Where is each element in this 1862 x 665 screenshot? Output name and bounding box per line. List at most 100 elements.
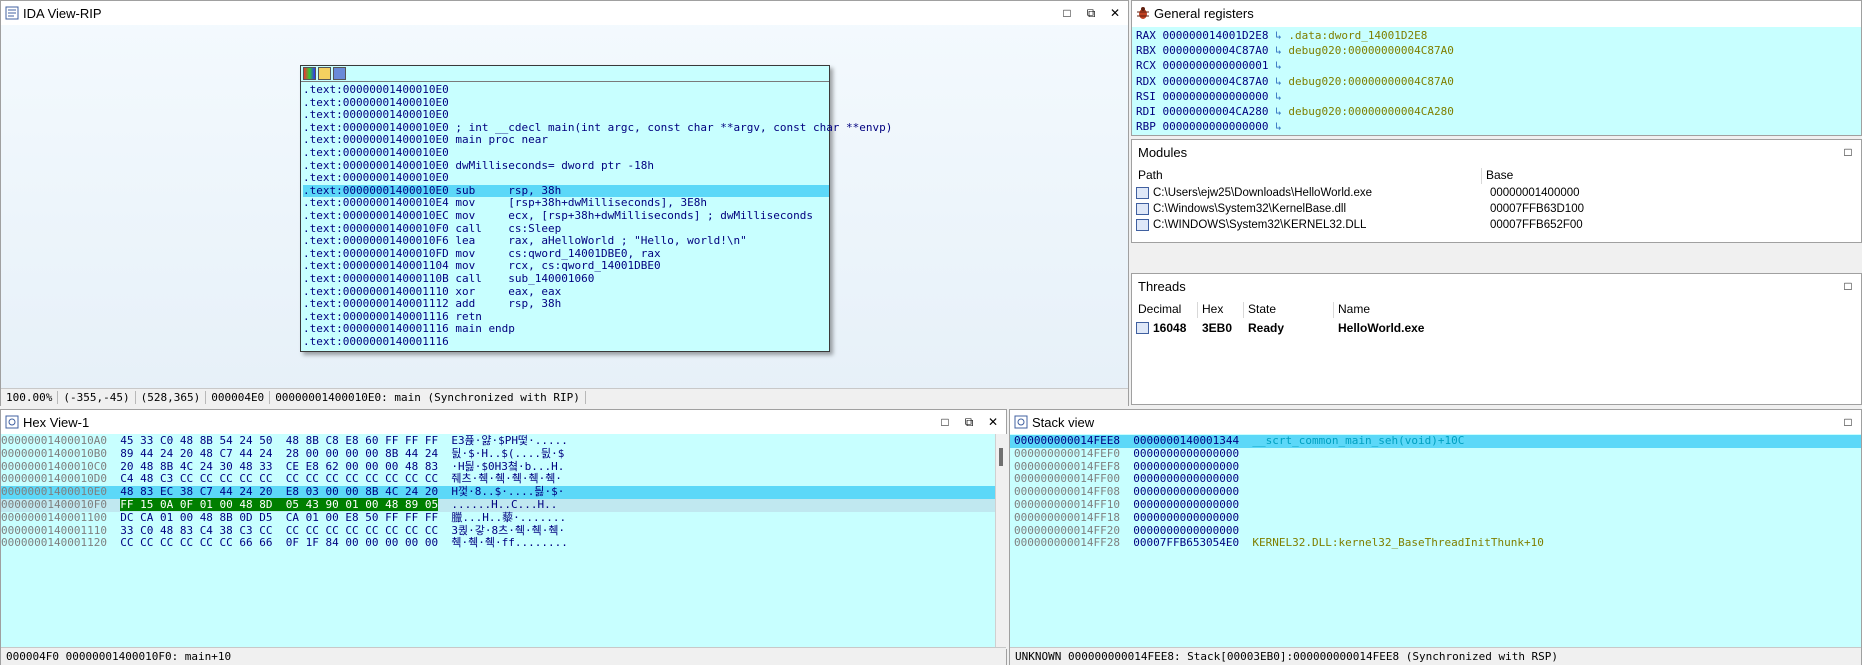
register-row[interactable]: RAX 000000014001D2E8 ↳ .data:dword_14001…: [1136, 28, 1861, 43]
module-row[interactable]: C:\WINDOWS\System32\KERNEL32.DLL 00007FFB…: [1132, 217, 1861, 233]
graph-node[interactable]: .text:00000001400010E0 .text:000000014000…: [300, 65, 892, 352]
register-ref[interactable]: debug020:00000000004C87A0: [1288, 44, 1454, 57]
stack-view-titlebar[interactable]: Stack view □: [1010, 410, 1861, 434]
threads-titlebar[interactable]: Threads □: [1132, 274, 1861, 298]
jump-arrow-icon[interactable]: ↳: [1268, 59, 1288, 72]
node-color-icon[interactable]: [303, 67, 316, 80]
stack-value[interactable]: 0000000000000000: [1120, 485, 1239, 498]
close-button[interactable]: ✕: [1106, 5, 1124, 21]
hex-ascii[interactable]: 3퀹·갛·8츠·췍·췍·췍·: [451, 524, 565, 537]
register-value[interactable]: 0000000000000000: [1156, 90, 1268, 103]
restore-button[interactable]: ⧉: [1082, 5, 1100, 21]
stack-value[interactable]: 00007FFB653054E0: [1120, 536, 1239, 549]
hex-bytes[interactable]: 48 83 EC 38 C7 44 24 20 E8 03 00 00 8B 4…: [120, 485, 438, 498]
hex-bytes[interactable]: C4 48 C3 CC CC CC CC CC CC CC CC CC CC C…: [120, 472, 438, 485]
maximize-button[interactable]: □: [1839, 278, 1857, 294]
hex-bytes[interactable]: 33 C0 48 83 C4 38 C3 CC CC CC CC CC CC C…: [120, 524, 438, 537]
stack-list[interactable]: 000000000014FEE8 0000000140001344 __scrt…: [1010, 434, 1861, 649]
hex-scroll-thumb[interactable]: [999, 448, 1003, 466]
register-ref[interactable]: .data:dword_14001D2E8: [1288, 29, 1427, 42]
hex-ascii[interactable]: 딄·$·H..$(....딄·$: [451, 447, 564, 460]
stack-value[interactable]: 0000000000000000: [1120, 472, 1239, 485]
maximize-button[interactable]: □: [1839, 414, 1857, 430]
register-row[interactable]: RCX 0000000000000001 ↳: [1136, 58, 1861, 73]
hex-ascii[interactable]: E3퓭·얋·$PH떷·.....: [451, 434, 567, 447]
threads-col-decimal[interactable]: Decimal: [1132, 302, 1198, 318]
registers-titlebar[interactable]: General registers: [1132, 1, 1861, 25]
ida-view-titlebar[interactable]: IDA View-RIP □ ⧉ ✕: [1, 1, 1128, 25]
modules-col-base[interactable]: Base: [1482, 168, 1513, 184]
thread-row[interactable]: 16048 3EB0 Ready HelloWorld.exe: [1132, 319, 1861, 337]
stack-ref[interactable]: KERNEL32.DLL:kernel32_BaseThreadInitThun…: [1239, 536, 1543, 549]
register-value[interactable]: 000000014001D2E8: [1156, 29, 1268, 42]
register-name: RBP: [1136, 120, 1156, 134]
close-button[interactable]: ✕: [984, 414, 1002, 430]
register-row[interactable]: RDI 00000000004CA280 ↳ debug020:00000000…: [1136, 104, 1861, 119]
modules-titlebar[interactable]: Modules □: [1132, 140, 1861, 164]
hex-ascii[interactable]: 줴츠·췍·췍·췍·췍·췍·: [451, 472, 562, 485]
hex-view-titlebar[interactable]: Hex View-1 □ ⧉ ✕: [1, 410, 1006, 434]
jump-arrow-icon[interactable]: ↳: [1268, 90, 1288, 103]
threads-col-name[interactable]: Name: [1334, 302, 1370, 318]
hex-ascii[interactable]: H껓·8..$·....딇·$·: [451, 485, 564, 498]
code-address: .text:00000001400010F0: [303, 221, 449, 235]
hex-bytes[interactable]: FF 15 0A 0F 01 00 48 8D 05 43 90 01 00 4…: [120, 497, 439, 511]
stack-row[interactable]: 000000000014FF28 00007FFB653054E0 KERNEL…: [1014, 536, 1861, 550]
stack-ref[interactable]: __scrt_common_main_seh(void)+10C: [1239, 434, 1464, 447]
maximize-button[interactable]: □: [936, 414, 954, 430]
module-row[interactable]: C:\Users\ejw25\Downloads\HelloWorld.exe 0…: [1132, 185, 1861, 201]
hex-ascii[interactable]: ·H딇·$0H3쳨·b...H.: [451, 460, 564, 473]
stack-value[interactable]: 0000000000000000: [1120, 511, 1239, 524]
code-text: main endp: [448, 322, 515, 336]
jump-arrow-icon[interactable]: ↳: [1268, 120, 1288, 133]
maximize-button[interactable]: □: [1839, 144, 1857, 160]
register-value[interactable]: 00000000004C87A0: [1156, 75, 1268, 88]
threads-col-hex[interactable]: Hex: [1198, 302, 1244, 318]
register-row[interactable]: RSI 0000000000000000 ↳: [1136, 89, 1861, 104]
register-value[interactable]: 0000000000000001: [1156, 59, 1268, 72]
threads-col-state[interactable]: State: [1244, 302, 1334, 318]
stack-value[interactable]: 0000000000000000: [1120, 447, 1239, 460]
hex-row[interactable]: 0000000140001120 CC CC CC CC CC CC 66 66…: [1, 536, 995, 550]
code-address: .text:00000001400010F6: [303, 234, 449, 248]
hex-ascii[interactable]: 臘...H..藜·.......: [451, 511, 566, 524]
jump-arrow-icon[interactable]: ↳: [1268, 29, 1288, 42]
register-row[interactable]: RDX 00000000004C87A0 ↳ debug020:00000000…: [1136, 74, 1861, 89]
code-line[interactable]: .text:0000000140001116: [303, 335, 829, 349]
register-row[interactable]: RBP 0000000000000000 ↳: [1136, 119, 1861, 134]
stack-value[interactable]: 0000000000000000: [1120, 460, 1239, 473]
register-value[interactable]: 00000000004C87A0: [1156, 44, 1268, 57]
hex-bytes[interactable]: 89 44 24 20 48 C7 44 24 28 00 00 00 00 8…: [120, 447, 438, 460]
hex-bytes[interactable]: 45 33 C0 48 8B 54 24 50 48 8B C8 E8 60 F…: [120, 434, 438, 447]
register-value[interactable]: 00000000004CA280: [1156, 105, 1268, 118]
stack-address: 000000000014FF18: [1014, 510, 1120, 524]
register-ref[interactable]: debug020:00000000004CA280: [1288, 105, 1454, 118]
code-address: .text:0000000140001116: [303, 322, 449, 336]
modules-title: Modules: [1138, 144, 1188, 160]
restore-button[interactable]: ⧉: [960, 414, 978, 430]
maximize-button[interactable]: □: [1058, 5, 1076, 21]
hex-bytes[interactable]: 20 48 8B 4C 24 30 48 33 CE E8 62 00 00 0…: [120, 460, 438, 473]
hex-ascii[interactable]: ......H..C...H..: [451, 498, 557, 511]
code-text: mov rcx, cs:qword_14001DBE0: [448, 259, 661, 273]
jump-arrow-icon[interactable]: ↳: [1268, 105, 1288, 118]
node-edit-icon[interactable]: [318, 67, 331, 80]
hex-ascii[interactable]: 췍·췍·췍·ff........: [451, 536, 567, 549]
ida-view-statusbar: 100.00% (-355,-45) (528,365) 000004E0 000000…: [1, 388, 1128, 406]
jump-arrow-icon[interactable]: ↳: [1268, 75, 1288, 88]
register-ref[interactable]: debug020:00000000004C87A0: [1288, 75, 1454, 88]
hex-bytes[interactable]: CC CC CC CC CC CC 66 66 0F 1F 84 00 00 0…: [120, 536, 438, 549]
stack-value[interactable]: 0000000000000000: [1120, 524, 1239, 537]
stack-value[interactable]: 0000000000000000: [1120, 498, 1239, 511]
register-value[interactable]: 0000000000000000: [1156, 120, 1268, 133]
modules-col-path[interactable]: Path: [1132, 168, 1482, 184]
module-row[interactable]: C:\Windows\System32\KernelBase.dll 00007F…: [1132, 201, 1861, 217]
hex-dump[interactable]: 00000001400010A0 45 33 C0 48 8B 54 24 50…: [1, 434, 995, 649]
hex-scrollbar[interactable]: [995, 434, 1007, 649]
hex-bytes[interactable]: DC CA 01 00 48 8B 0D D5 CA 01 00 E8 50 F…: [120, 511, 438, 524]
stack-value[interactable]: 0000000140001344: [1120, 434, 1239, 447]
register-row[interactable]: RBX 00000000004C87A0 ↳ debug020:00000000…: [1136, 43, 1861, 58]
jump-arrow-icon[interactable]: ↳: [1268, 44, 1288, 57]
code-address: .text:0000000140001116: [303, 309, 449, 323]
node-group-icon[interactable]: [333, 67, 346, 80]
